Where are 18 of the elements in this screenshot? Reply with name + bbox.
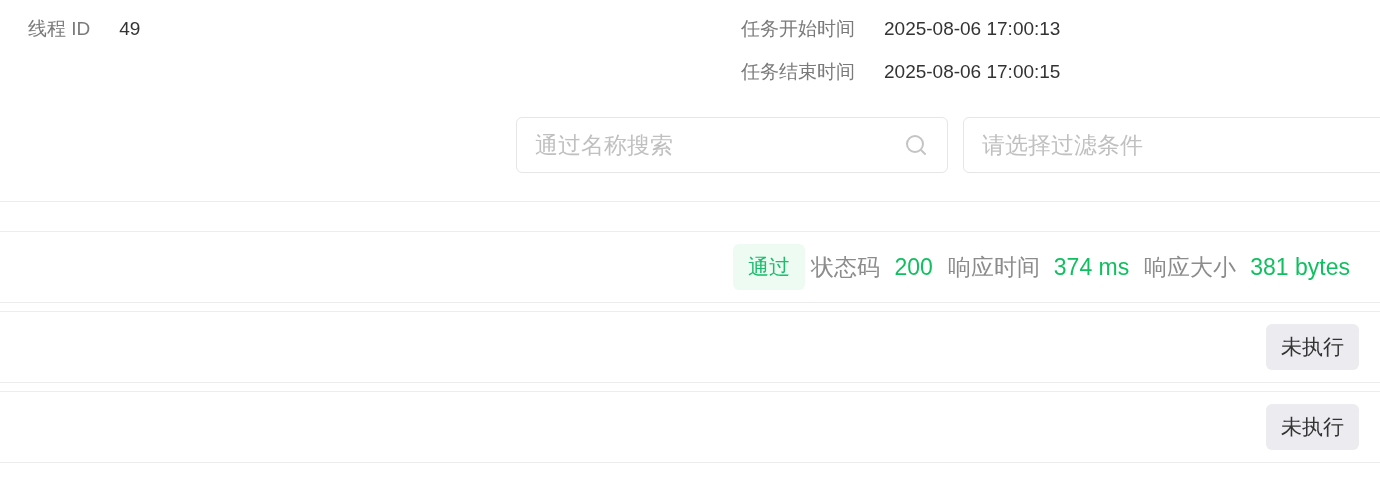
filter-field[interactable]: 请选择过滤条件	[963, 117, 1380, 173]
metric-value: 381 bytes	[1250, 253, 1350, 281]
metric-value: 200	[894, 253, 933, 281]
time-value: 2025-08-06 17:00:13	[884, 18, 1061, 40]
search-icon	[904, 133, 928, 157]
metric-label: 响应大小	[1144, 252, 1237, 282]
status-tag: 通过	[733, 244, 806, 290]
metric-label: 响应时间	[947, 252, 1040, 282]
thread-id-value: 49	[119, 18, 141, 40]
search-field[interactable]: 通过名称搜索	[516, 117, 948, 173]
metric-label: 状态码	[811, 252, 881, 282]
time-value: 2025-08-06 17:00:15	[884, 61, 1061, 83]
time-label: 任务开始时间	[740, 17, 855, 41]
thread-id-label: 线程 ID	[28, 17, 91, 41]
status-tag: 未执行	[1266, 324, 1359, 370]
metric-value: 374 ms	[1053, 253, 1130, 281]
time-label: 任务结束时间	[740, 60, 855, 84]
status-tag: 未执行	[1266, 404, 1359, 450]
